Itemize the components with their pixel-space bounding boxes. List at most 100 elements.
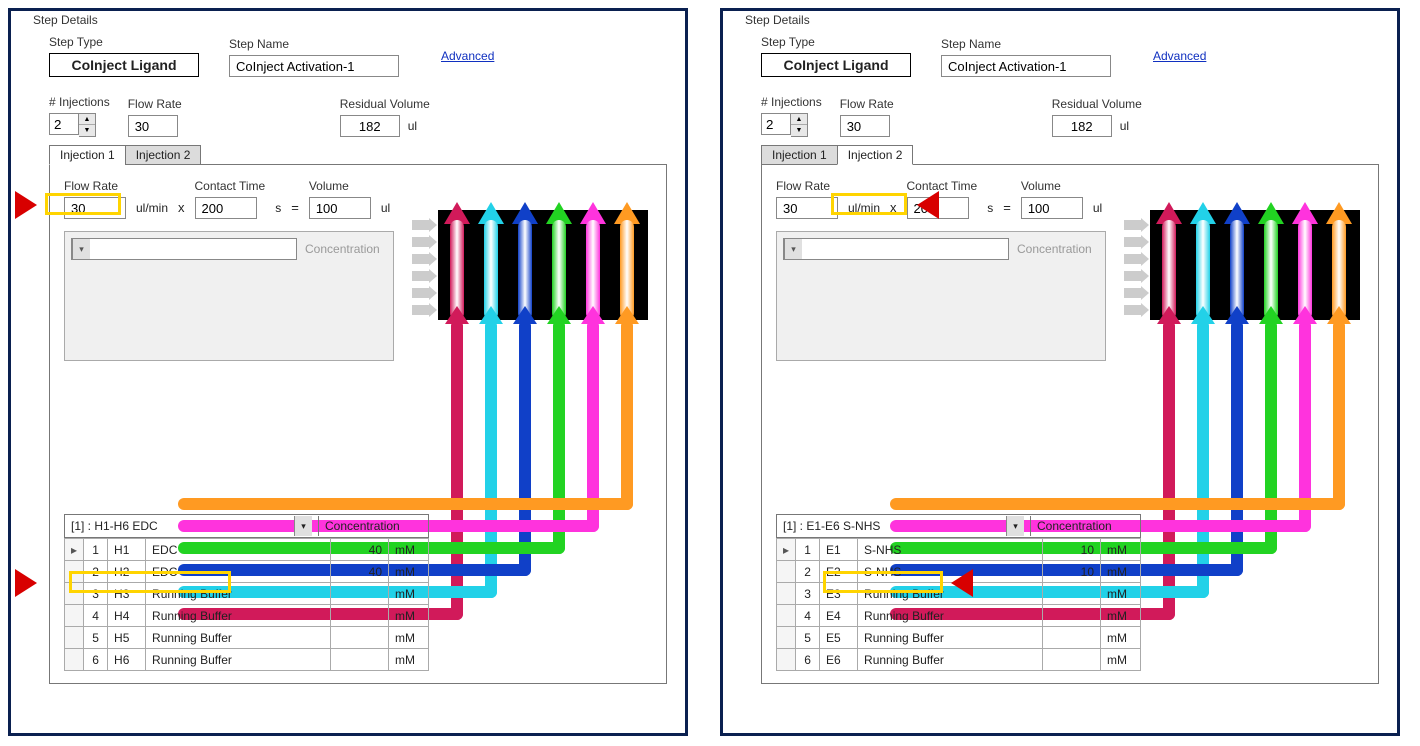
- red-marker-row: [951, 569, 973, 597]
- row-indicator: ▸: [65, 539, 84, 561]
- row-well: E5: [820, 627, 858, 649]
- side-arrow-icon: [412, 220, 430, 230]
- concentration-dropdown-disabled: [71, 238, 297, 260]
- advanced-link[interactable]: Advanced: [1153, 49, 1206, 63]
- table-row[interactable]: 5H5Running BuffermM: [65, 627, 429, 649]
- injections-label: # Injections: [49, 95, 110, 109]
- row-value[interactable]: [331, 605, 389, 627]
- row-value[interactable]: [331, 649, 389, 671]
- step-name-input[interactable]: [941, 55, 1111, 77]
- row-value[interactable]: [1043, 583, 1101, 605]
- injections-input[interactable]: [49, 113, 79, 135]
- side-arrow-icon: [412, 288, 430, 298]
- volume-input[interactable]: [1021, 197, 1083, 219]
- row-value[interactable]: [331, 627, 389, 649]
- row-sample-name: Running Buffer: [146, 583, 331, 605]
- contact-input[interactable]: [195, 197, 257, 219]
- row-value[interactable]: [1043, 627, 1101, 649]
- sample-grid[interactable]: ▸1H1EDC40mM2H2EDC40mM3H3Running BuffermM…: [64, 538, 429, 671]
- row-indicator: [777, 627, 796, 649]
- row-sample-name: Running Buffer: [146, 649, 331, 671]
- tab-injection-2[interactable]: Injection 2: [125, 145, 202, 165]
- table-row[interactable]: 5E5Running BuffermM: [777, 627, 1141, 649]
- tab-injection-1[interactable]: Injection 1: [49, 145, 126, 165]
- residual-input[interactable]: [1052, 115, 1112, 137]
- row-index: 4: [796, 605, 820, 627]
- sample-select[interactable]: [1] : H1-H6 EDC: [65, 514, 318, 538]
- tab-injection-2[interactable]: Injection 2: [837, 145, 914, 165]
- eq-sign: =: [1003, 200, 1011, 219]
- table-row[interactable]: 4H4Running BuffermM: [65, 605, 429, 627]
- row-value[interactable]: 10: [1043, 561, 1101, 583]
- spinner-up[interactable]: ▲: [79, 114, 95, 125]
- residual-input[interactable]: [340, 115, 400, 137]
- mult-x: x: [890, 200, 897, 219]
- advanced-link[interactable]: Advanced: [441, 49, 494, 63]
- side-arrow-icon: [1124, 220, 1142, 230]
- row-index: 6: [796, 649, 820, 671]
- side-arrow-icon: [1124, 271, 1142, 281]
- row-well: E3: [820, 583, 858, 605]
- row-sample-name: EDC: [146, 561, 331, 583]
- channel-arrow-icon: [548, 202, 570, 320]
- residual-unit: ul: [408, 119, 417, 133]
- row-index: 4: [84, 605, 108, 627]
- row-unit: mM: [1101, 649, 1141, 671]
- table-row[interactable]: 6E6Running BuffermM: [777, 649, 1141, 671]
- concentration-header: Concentration: [1030, 516, 1140, 536]
- sample-select-value: [1] : E1-E6 S-NHS: [783, 519, 880, 533]
- flowrate-input[interactable]: [776, 197, 838, 219]
- row-value[interactable]: 10: [1043, 539, 1101, 561]
- step-type-value: CoInject Ligand: [49, 53, 199, 77]
- row-indicator: [777, 561, 796, 583]
- flowrate-top-label: Flow Rate: [840, 97, 894, 111]
- table-row[interactable]: 4E4Running BuffermM: [777, 605, 1141, 627]
- step-name-input[interactable]: [229, 55, 399, 77]
- sample-select-value: [1] : H1-H6 EDC: [71, 519, 158, 533]
- concentration-header: Concentration: [318, 516, 428, 536]
- residual-label: Residual Volume: [340, 97, 430, 111]
- injections-spinner[interactable]: ▲▼: [761, 113, 822, 137]
- row-index: 2: [796, 561, 820, 583]
- row-unit: mM: [1101, 561, 1141, 583]
- spinner-up[interactable]: ▲: [791, 114, 807, 125]
- channel-arrow-icon: [1294, 202, 1316, 320]
- residual-unit: ul: [1120, 119, 1129, 133]
- injections-input[interactable]: [761, 113, 791, 135]
- row-value[interactable]: 40: [331, 561, 389, 583]
- row-value[interactable]: [331, 583, 389, 605]
- spinner-down[interactable]: ▼: [79, 125, 95, 136]
- row-sample-name: Running Buffer: [858, 627, 1043, 649]
- channel-arrow-icon: [1158, 202, 1180, 320]
- table-row[interactable]: ▸1H1EDC40mM: [65, 539, 429, 561]
- table-row[interactable]: 3H3Running BuffermM: [65, 583, 429, 605]
- volume-input[interactable]: [309, 197, 371, 219]
- row-indicator: [65, 605, 84, 627]
- spinner-down[interactable]: ▼: [791, 125, 807, 136]
- residual-label: Residual Volume: [1052, 97, 1142, 111]
- row-unit: mM: [389, 627, 429, 649]
- channel-arrow-icon: [446, 202, 468, 320]
- step-type-value: CoInject Ligand: [761, 53, 911, 77]
- tab-injection-1[interactable]: Injection 1: [761, 145, 838, 165]
- row-value[interactable]: [1043, 649, 1101, 671]
- sample-grid[interactable]: ▸1E1S-NHS10mM2E2S-NHS10mM3E3Running Buff…: [776, 538, 1141, 671]
- table-row[interactable]: ▸1E1S-NHS10mM: [777, 539, 1141, 561]
- flowrate-input[interactable]: [64, 197, 126, 219]
- flowrate-top-input[interactable]: [128, 115, 178, 137]
- injection-tabpanel: Flow Rate ul/min x Contact Time s = Volu…: [49, 164, 667, 684]
- table-row[interactable]: 2H2EDC40mM: [65, 561, 429, 583]
- concentration-upper-box: Concentration: [64, 231, 394, 361]
- row-value[interactable]: 40: [331, 539, 389, 561]
- dropdown-arrow-icon[interactable]: [294, 516, 312, 536]
- row-well: H5: [108, 627, 146, 649]
- dropdown-arrow-icon[interactable]: [1006, 516, 1024, 536]
- sample-select[interactable]: [1] : E1-E6 S-NHS: [777, 514, 1030, 538]
- row-value[interactable]: [1043, 605, 1101, 627]
- s-unit: s: [275, 201, 281, 219]
- row-unit: mM: [389, 583, 429, 605]
- row-index: 3: [84, 583, 108, 605]
- flowrate-top-input[interactable]: [840, 115, 890, 137]
- table-row[interactable]: 6H6Running BuffermM: [65, 649, 429, 671]
- injections-spinner[interactable]: ▲▼: [49, 113, 110, 137]
